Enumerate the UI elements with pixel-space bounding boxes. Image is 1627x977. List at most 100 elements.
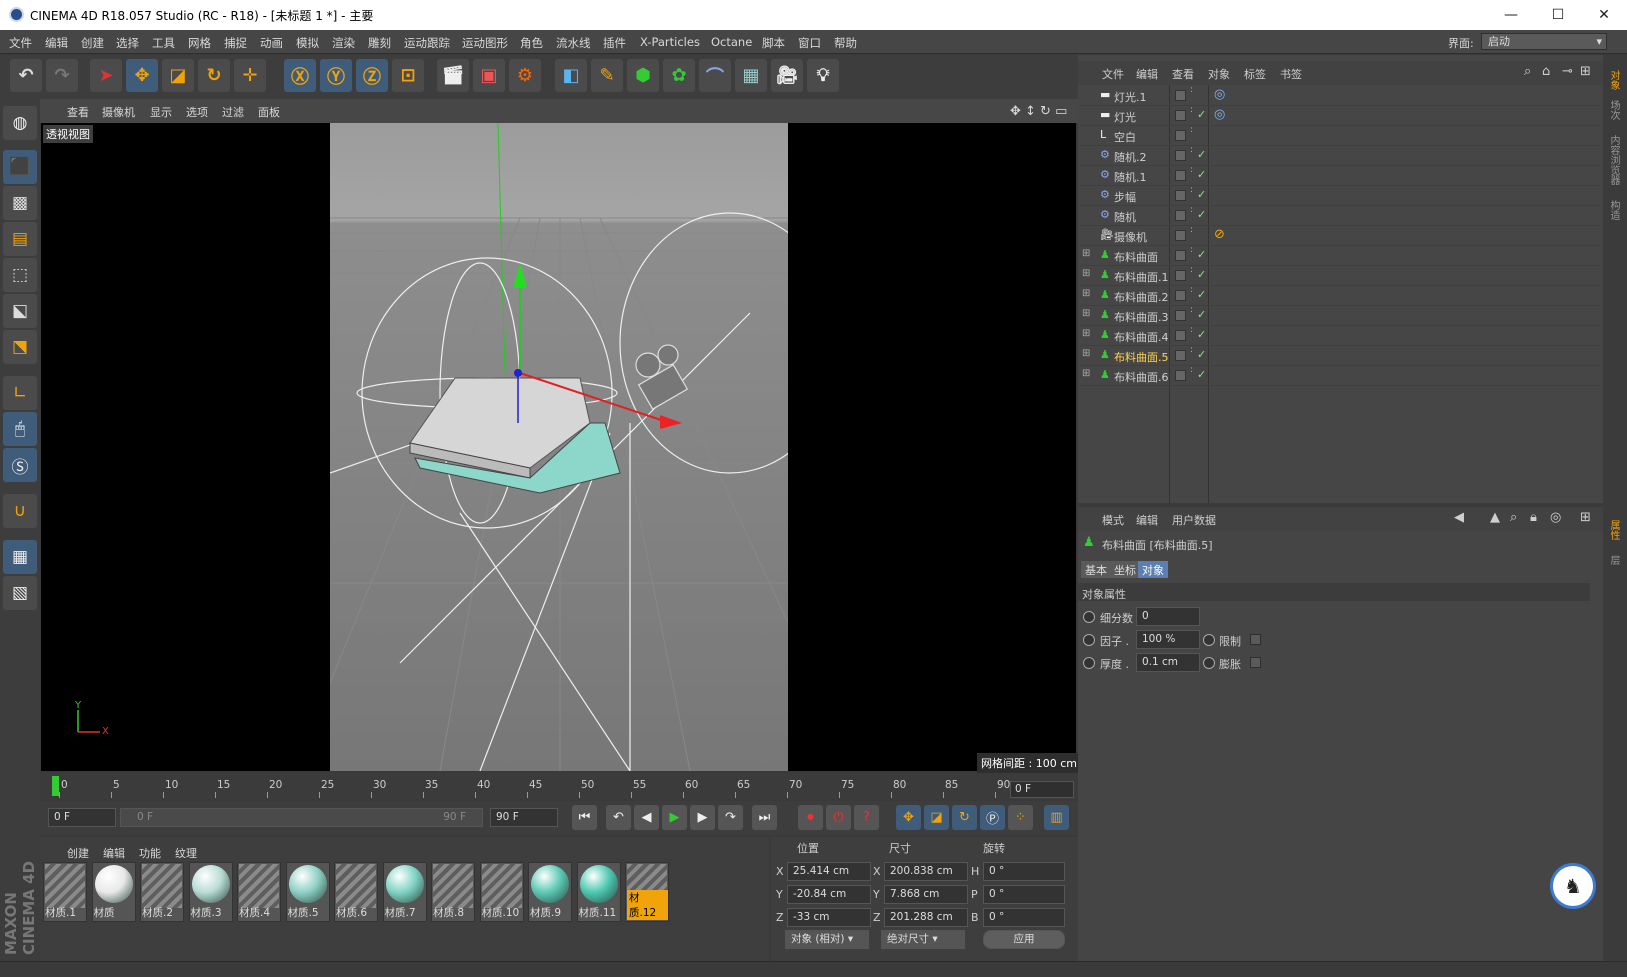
key-rotation-button[interactable]: ↻ <box>952 805 977 830</box>
target-icon[interactable]: ◎ <box>1550 510 1561 525</box>
timeline-playhead[interactable] <box>52 776 59 796</box>
layer-swatch[interactable] <box>1175 330 1186 341</box>
visibility-dots[interactable]: : <box>1190 186 1193 195</box>
transform-tool-button[interactable]: ✛ <box>234 59 266 92</box>
object-row[interactable]: ⊞ ♟ 布料曲面.4: ✓ <box>1080 326 1600 346</box>
object-row[interactable]: 🎥︎ 摄像机: ⊘ <box>1080 226 1600 246</box>
cube-primitive-button[interactable]: ◧ <box>555 59 587 92</box>
visibility-dots[interactable]: : <box>1190 86 1193 95</box>
viewport-menu-display[interactable]: 显示 <box>150 104 172 120</box>
enabled-check-icon[interactable]: ✓ <box>1197 148 1206 161</box>
material-swatch[interactable]: 材质.9 <box>528 862 572 922</box>
menu-edit[interactable]: 编辑 <box>45 35 68 51</box>
layer-swatch[interactable] <box>1175 270 1186 281</box>
undo-button[interactable]: ↶ <box>10 59 42 92</box>
layer-swatch[interactable] <box>1175 310 1186 321</box>
enabled-check-icon[interactable]: ✓ <box>1197 188 1206 201</box>
coord-size-field[interactable]: 7.868 cm <box>884 885 968 904</box>
model-mode-button[interactable]: ⬛ <box>3 150 37 184</box>
coord-position-field[interactable]: -33 cm <box>787 908 871 927</box>
obj-menu-edit[interactable]: 编辑 <box>1136 66 1158 82</box>
material-swatch[interactable]: 材质.2 <box>140 862 184 922</box>
key-parameter-button[interactable]: Ⓟ <box>980 805 1005 830</box>
layer-swatch[interactable] <box>1175 350 1186 361</box>
object-row[interactable]: ⚙ 随机.2: ✓ <box>1080 146 1600 166</box>
obj-menu-bookmarks[interactable]: 书签 <box>1280 66 1302 82</box>
obj-menu-tags[interactable]: 标签 <box>1244 66 1266 82</box>
menu-mesh[interactable]: 网格 <box>188 35 211 51</box>
edges-mode-button[interactable]: ⬕ <box>3 294 37 328</box>
enabled-check-icon[interactable]: ✓ <box>1197 348 1206 361</box>
visibility-dots[interactable]: : <box>1190 366 1193 375</box>
attr-menu-mode[interactable]: 模式 <box>1102 512 1124 528</box>
visibility-dots[interactable]: : <box>1190 306 1193 315</box>
move-tool-button[interactable]: ✥ <box>126 59 158 92</box>
coord-size-field[interactable]: 200.838 cm <box>884 862 968 881</box>
attr-menu-userdata[interactable]: 用户数据 <box>1172 512 1216 528</box>
tab-coord[interactable]: 坐标 <box>1110 561 1140 578</box>
material-swatch[interactable]: 材质.10 <box>479 862 524 922</box>
menu-file[interactable]: 文件 <box>9 35 32 51</box>
apply-button[interactable]: 应用 <box>983 930 1065 949</box>
thickness-field[interactable]: 0.1 cm <box>1136 653 1200 672</box>
object-row[interactable]: ⚙ 随机.1: ✓ <box>1080 166 1600 186</box>
layer-swatch[interactable] <box>1175 250 1186 261</box>
enabled-check-icon[interactable]: ✓ <box>1197 308 1206 321</box>
lock-workplane-button[interactable]: ▦ <box>3 540 37 574</box>
enabled-check-icon[interactable]: ✓ <box>1197 248 1206 261</box>
size-mode-select[interactable]: 绝对尺寸 ▾ <box>881 930 965 949</box>
menu-animate[interactable]: 动画 <box>260 35 283 51</box>
new-panel-icon[interactable]: ⊞ <box>1580 64 1591 79</box>
goto-end-button[interactable]: ⏭ <box>752 805 777 830</box>
layer-swatch[interactable] <box>1175 210 1186 221</box>
key-position-button[interactable]: ✥ <box>896 805 921 830</box>
record-key-button[interactable]: ⏺ <box>798 805 823 830</box>
menu-select[interactable]: 选择 <box>116 35 139 51</box>
object-row[interactable]: ⊞ ♟ 布料曲面.3: ✓ <box>1080 306 1600 326</box>
enabled-check-icon[interactable]: ✓ <box>1197 208 1206 221</box>
material-swatch[interactable]: 材质.4 <box>237 862 281 922</box>
coord-mode-select[interactable]: 对象 (相对) ▾ <box>785 930 869 949</box>
material-menu-texture[interactable]: 纹理 <box>175 845 197 861</box>
visibility-dots[interactable]: : <box>1190 206 1193 215</box>
deer-logo-badge[interactable]: ♞ <box>1550 863 1596 909</box>
right-tab[interactable]: 层 <box>1606 555 1621 565</box>
enabled-check-icon[interactable]: ✓ <box>1197 108 1206 121</box>
minimize-button[interactable]: — <box>1488 0 1534 30</box>
right-tab[interactable]: 场次 <box>1606 100 1621 120</box>
enabled-check-icon[interactable]: ✓ <box>1197 268 1206 281</box>
coordinate-system-button[interactable]: ⊡ <box>392 59 424 92</box>
planar-workplane-button[interactable]: ▧ <box>3 576 37 610</box>
obj-menu-view[interactable]: 查看 <box>1172 66 1194 82</box>
up-arrow-icon[interactable]: ▲ <box>1490 510 1500 525</box>
material-swatch[interactable]: 材质.12 <box>625 862 669 922</box>
frame-range-slider[interactable]: 0 F 90 F <box>120 808 483 827</box>
layer-swatch[interactable] <box>1175 170 1186 181</box>
menu-script[interactable]: 脚本 <box>762 35 785 51</box>
z-axis-button[interactable]: Ⓩ <box>356 59 388 92</box>
render-settings-button[interactable]: ⚙ <box>509 59 541 92</box>
next-frame-button[interactable]: ▶ <box>690 805 715 830</box>
search-icon[interactable]: ⌕ <box>1524 64 1531 79</box>
coord-rotation-field[interactable]: 0 ° <box>983 885 1065 904</box>
layer-swatch[interactable] <box>1175 190 1186 201</box>
inflate-checkbox[interactable] <box>1250 657 1261 668</box>
target-tag-icon[interactable]: ◎ <box>1214 87 1225 102</box>
menu-octane[interactable]: Octane <box>711 35 752 49</box>
menu-help[interactable]: 帮助 <box>834 35 857 51</box>
protection-tag-icon[interactable]: ⊘ <box>1214 227 1225 242</box>
render-view-button[interactable]: 🎬︎ <box>437 59 469 92</box>
object-row[interactable]: ⊞ ♟ 布料曲面.5: ✓ <box>1080 346 1600 366</box>
visibility-dots[interactable]: : <box>1190 106 1193 115</box>
link-icon[interactable]: ⊸ <box>1562 64 1573 79</box>
viewport-menu-camera[interactable]: 摄像机 <box>102 104 135 120</box>
layer-swatch[interactable] <box>1175 150 1186 161</box>
limit-animate-radio[interactable] <box>1203 634 1215 646</box>
magnet-button[interactable]: ∪ <box>3 494 37 528</box>
menu-window[interactable]: 窗口 <box>798 35 821 51</box>
visibility-dots[interactable]: : <box>1190 166 1193 175</box>
prev-key-button[interactable]: ↶ <box>606 805 631 830</box>
object-row[interactable]: ⚙ 随机: ✓ <box>1080 206 1600 226</box>
right-tab[interactable]: 属性 <box>1606 520 1621 540</box>
attr-menu-edit[interactable]: 编辑 <box>1136 512 1158 528</box>
